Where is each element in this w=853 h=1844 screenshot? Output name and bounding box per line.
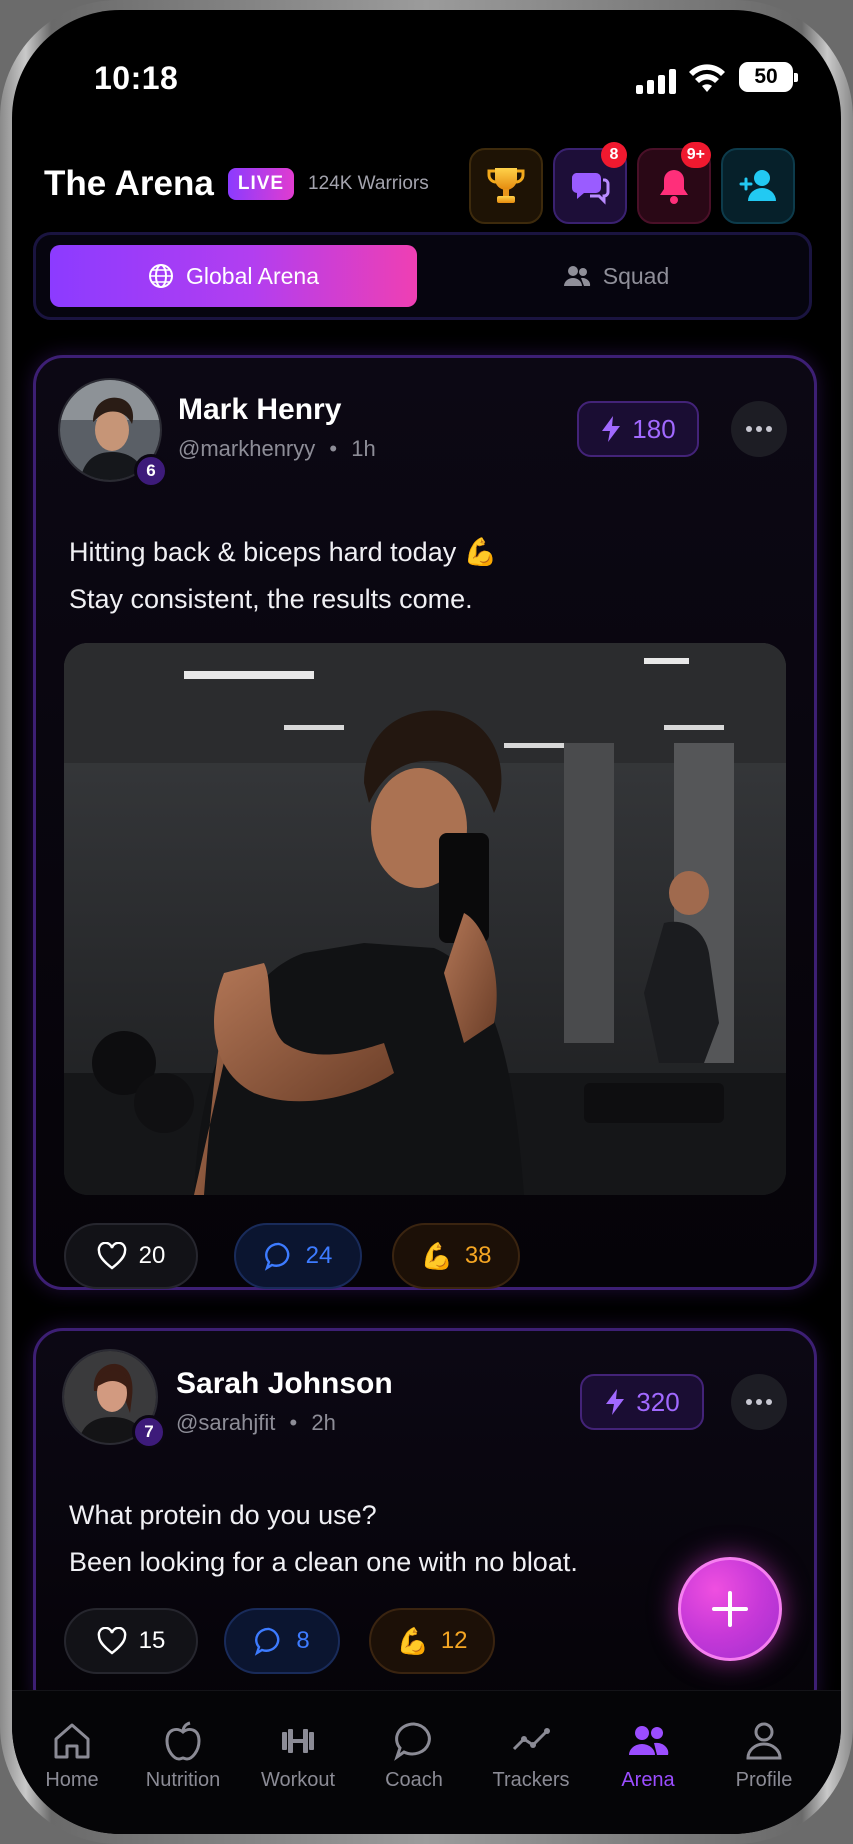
xp-badge[interactable]: 320 <box>580 1374 704 1430</box>
more-options-button[interactable] <box>731 1374 787 1430</box>
group-icon <box>563 266 590 286</box>
level-badge: 7 <box>132 1415 166 1449</box>
like-count: 15 <box>138 1627 166 1654</box>
flex-button[interactable]: 💪 12 <box>369 1608 495 1674</box>
comment-button[interactable]: 8 <box>224 1608 340 1674</box>
comment-icon <box>255 1627 280 1656</box>
tab-trackers-label: Trackers <box>492 1769 570 1791</box>
notifications-count-badge: 9+ <box>680 142 711 168</box>
live-badge: LIVE <box>228 168 294 200</box>
plus-icon <box>712 1591 748 1627</box>
tab-home-label: Home <box>45 1769 99 1791</box>
globe-icon <box>149 264 173 288</box>
tab-profile-label: Profile <box>735 1769 793 1791</box>
post-text-line: Hitting back & biceps hard today 💪 <box>69 537 498 567</box>
warriors-count: 124K Warriors <box>308 173 429 194</box>
tab-global-arena-label: Global Arena <box>186 262 319 289</box>
like-button[interactable]: 20 <box>64 1223 198 1289</box>
messages-button[interactable]: 8 <box>553 142 627 224</box>
create-post-button[interactable] <box>678 1557 782 1661</box>
post-text-line: What protein do you use? <box>69 1500 377 1530</box>
status-bar: 10:18 50 <box>12 10 841 130</box>
add-friend-button[interactable] <box>721 148 795 224</box>
chat-icon <box>571 173 610 205</box>
bell-icon <box>660 170 688 204</box>
post-text: Hitting back & biceps hard today 💪 Stay … <box>69 529 497 623</box>
person-icon <box>746 1722 782 1760</box>
like-count: 20 <box>138 1242 166 1269</box>
level-badge: 6 <box>134 454 168 488</box>
post-author-meta: @markhenryy • 1h <box>178 436 376 461</box>
post-author-name[interactable]: Mark Henry <box>178 393 341 427</box>
tab-home[interactable]: Home <box>22 1719 122 1792</box>
post-card: 6 Mark Henry @markhenryy • 1h 180 Hittin… <box>33 355 817 1290</box>
lightning-icon <box>602 416 621 442</box>
post-author-name[interactable]: Sarah Johnson <box>176 1367 393 1401</box>
heart-icon <box>97 1627 126 1655</box>
home-icon <box>54 1723 90 1759</box>
heart-icon <box>97 1242 126 1270</box>
tab-global-arena[interactable]: Global Arena <box>50 245 417 307</box>
comment-count: 24 <box>305 1242 333 1269</box>
add-user-icon <box>739 170 776 201</box>
post-author-handle: @sarahjfit <box>176 1410 276 1435</box>
tab-nutrition[interactable]: Nutrition <box>133 1719 233 1792</box>
leaderboard-button[interactable] <box>469 148 543 224</box>
post-author-handle: @markhenryy <box>178 436 316 461</box>
tab-arena-label: Arena <box>621 1769 675 1791</box>
xp-value: 180 <box>632 413 676 444</box>
post-time: 2h <box>311 1410 336 1435</box>
post-card: 7 Sarah Johnson @sarahjfit • 2h 320 What… <box>33 1328 817 1718</box>
screen: 10:18 50 The Arena LIVE 124K Warriors 8 … <box>12 10 841 1834</box>
xp-badge[interactable]: 180 <box>577 401 699 457</box>
messages-count-badge: 8 <box>601 142 627 168</box>
comment-button[interactable]: 24 <box>234 1223 362 1289</box>
tab-nutrition-label: Nutrition <box>145 1769 221 1791</box>
page-title: The Arena <box>44 164 214 203</box>
post-text: What protein do you use? Been looking fo… <box>69 1492 578 1586</box>
chart-line-icon <box>512 1728 550 1751</box>
like-button[interactable]: 15 <box>64 1608 198 1674</box>
header: The Arena LIVE 124K Warriors 8 9+ <box>12 140 841 230</box>
comment-count: 8 <box>296 1627 310 1654</box>
tab-squad[interactable]: Squad <box>436 245 796 307</box>
status-time: 10:18 <box>94 60 179 96</box>
tab-arena[interactable]: Arena <box>598 1719 698 1792</box>
flex-count: 12 <box>440 1627 468 1654</box>
post-author-avatar[interactable]: 6 <box>58 378 168 488</box>
flex-count: 38 <box>464 1242 492 1269</box>
post-author-meta: @sarahjfit • 2h <box>176 1410 336 1435</box>
tab-workout[interactable]: Workout <box>248 1719 348 1792</box>
tab-coach-label: Coach <box>385 1769 443 1791</box>
notifications-button[interactable]: 9+ <box>637 142 711 224</box>
flexed-biceps-icon: 💪 <box>396 1625 429 1656</box>
battery-icon: 50 <box>739 62 798 92</box>
bottom-tab-bar: Home Nutrition Workout Coach Trackers Ar… <box>12 1690 841 1834</box>
feed-segment-control: Global Arena Squad <box>33 232 812 320</box>
cellular-signal-icon <box>636 68 676 94</box>
chat-bubble-icon <box>394 1722 431 1761</box>
apple-icon <box>165 1721 201 1761</box>
tab-trackers[interactable]: Trackers <box>481 1719 581 1792</box>
tab-coach[interactable]: Coach <box>364 1719 464 1792</box>
more-options-button[interactable] <box>731 401 787 457</box>
lightning-icon <box>606 1389 625 1415</box>
post-text-line: Stay consistent, the results come. <box>69 584 473 614</box>
tab-profile[interactable]: Profile <box>714 1719 814 1792</box>
flex-button[interactable]: 💪 38 <box>392 1223 520 1289</box>
comment-icon <box>264 1242 290 1271</box>
dumbbell-icon <box>282 1729 314 1753</box>
tab-squad-label: Squad <box>602 262 670 289</box>
wifi-icon <box>689 64 725 92</box>
post-text-line: Been looking for a clean one with no blo… <box>69 1547 578 1577</box>
group-icon <box>629 1726 669 1755</box>
xp-value: 320 <box>636 1386 680 1417</box>
post-image[interactable] <box>64 643 786 1195</box>
phone-frame: 10:18 50 The Arena LIVE 124K Warriors 8 … <box>0 0 853 1844</box>
trophy-icon <box>487 168 525 203</box>
post-time: 1h <box>351 436 376 461</box>
flexed-biceps-icon: 💪 <box>420 1240 453 1271</box>
tab-workout-label: Workout <box>260 1769 336 1791</box>
post-author-avatar[interactable]: 7 <box>62 1349 172 1459</box>
